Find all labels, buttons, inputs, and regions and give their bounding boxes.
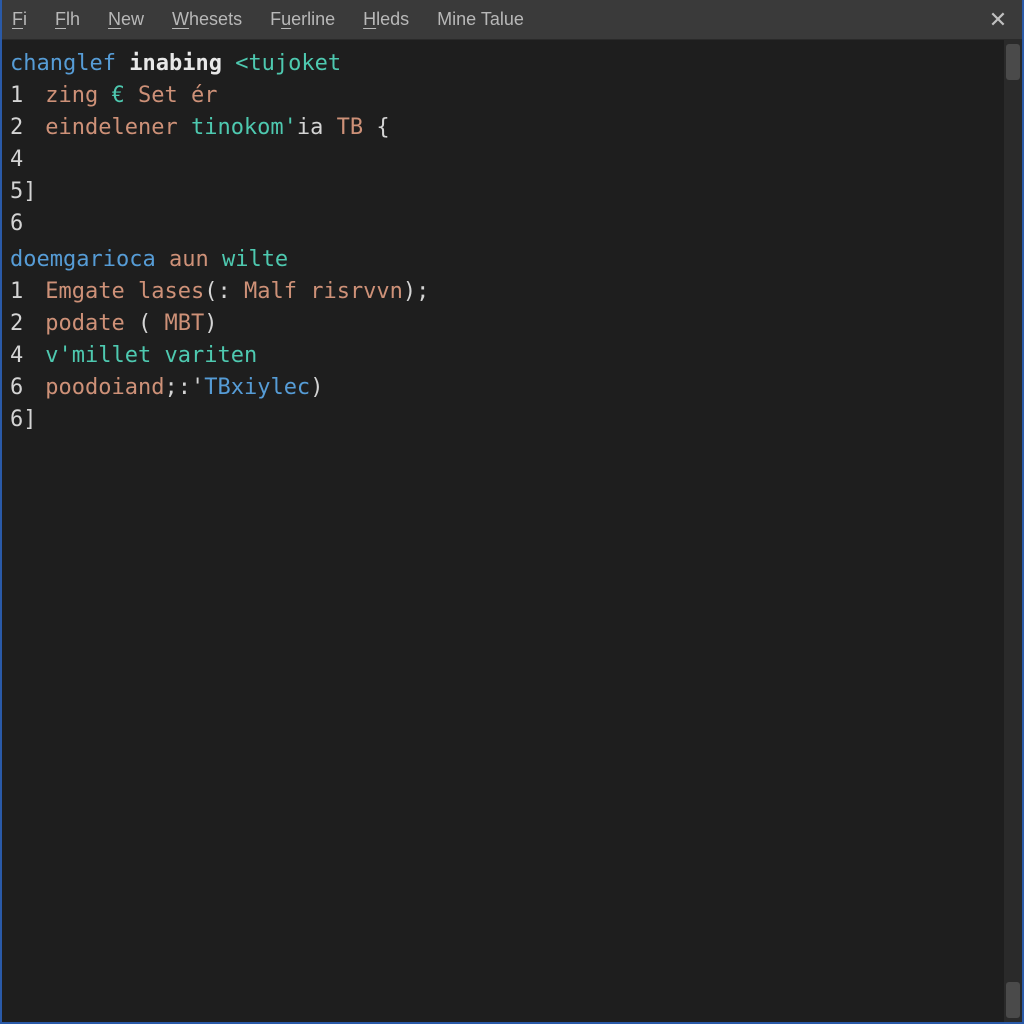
vertical-scrollbar[interactable] — [1004, 40, 1022, 1022]
code-line: 2 podate ( MBT) — [10, 308, 1004, 340]
line-number: 2 — [10, 308, 32, 340]
code-line: 1 zing € Set ér — [10, 80, 1004, 112]
menu-item-mine-talue[interactable]: Mine Talue — [437, 9, 524, 30]
code-line: 6 — [10, 208, 1004, 240]
line-number: 6 — [10, 208, 32, 240]
code-block: changlef inabing <tujoket1 zing € Set ér… — [10, 48, 1004, 240]
block-header: doemgarioca aun wilte — [10, 244, 1004, 276]
code-editor[interactable]: changlef inabing <tujoket1 zing € Set ér… — [2, 40, 1004, 1022]
code-block: doemgarioca aun wilte1 Emgate lases(: Ma… — [10, 244, 1004, 436]
block-header: changlef inabing <tujoket — [10, 48, 1004, 80]
line-number: 6] — [10, 404, 32, 436]
menu-item-flh[interactable]: Flh — [55, 9, 80, 30]
app-window: Fi Flh New Whesets Fuerline Hleds Mine T… — [0, 0, 1024, 1024]
close-icon[interactable]: ✕ — [984, 6, 1012, 34]
code-line: 5] — [10, 176, 1004, 208]
menu-item-hleds[interactable]: Hleds — [363, 9, 409, 30]
line-number: 4 — [10, 144, 32, 176]
code-line: 6] — [10, 404, 1004, 436]
line-number: 4 — [10, 340, 32, 372]
code-line: 2 eindelener tinokom'ia TB { — [10, 112, 1004, 144]
scrollbar-thumb-top[interactable] — [1006, 44, 1020, 80]
menu-item-new[interactable]: New — [108, 9, 144, 30]
line-number: 5] — [10, 176, 32, 208]
code-line: 6 poodoiand;:'TBxiylec) — [10, 372, 1004, 404]
code-line: 4 — [10, 144, 1004, 176]
line-number: 1 — [10, 276, 32, 308]
line-number: 2 — [10, 112, 32, 144]
code-line: 1 Emgate lases(: Malf risrvvn); — [10, 276, 1004, 308]
scrollbar-thumb-bottom[interactable] — [1006, 982, 1020, 1018]
code-line: 4 v'millet variten — [10, 340, 1004, 372]
menu-item-fi[interactable]: Fi — [12, 9, 27, 30]
editor-area: changlef inabing <tujoket1 zing € Set ér… — [2, 40, 1022, 1022]
menu-item-whesets[interactable]: Whesets — [172, 9, 242, 30]
line-number: 1 — [10, 80, 32, 112]
line-number: 6 — [10, 372, 32, 404]
menu-item-fuerline[interactable]: Fuerline — [270, 9, 335, 30]
menubar: Fi Flh New Whesets Fuerline Hleds Mine T… — [2, 0, 1022, 40]
